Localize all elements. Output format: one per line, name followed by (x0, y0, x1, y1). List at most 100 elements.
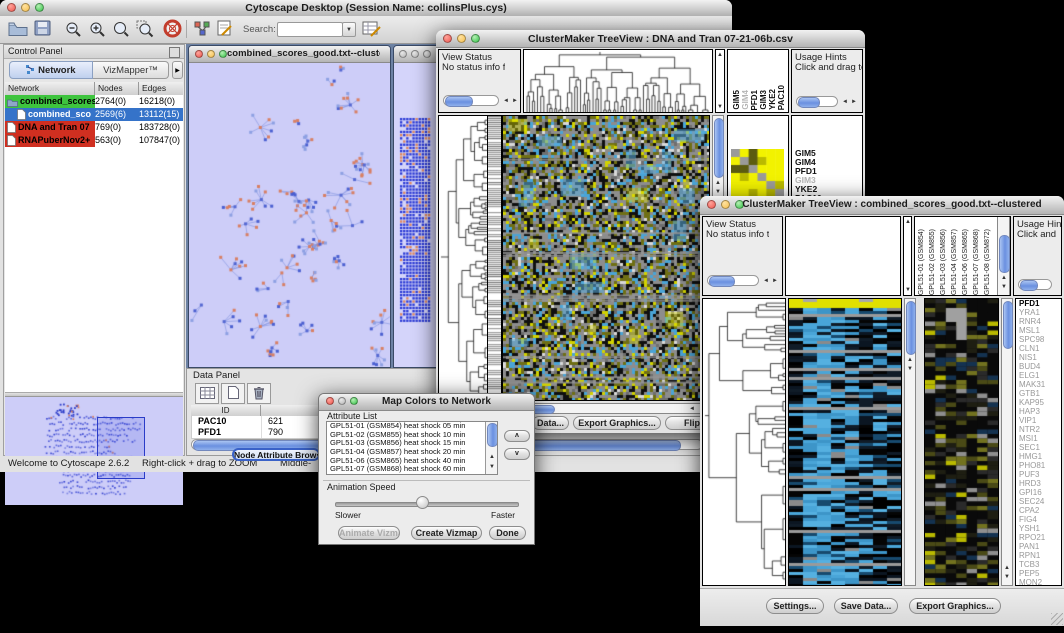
heatmap-column-label[interactable]: YKE2 (768, 89, 777, 110)
network-list-row[interactable]: DNA and Tran 07769(0)183728(0) (5, 121, 183, 134)
gene-label[interactable]: HRD3 (1016, 479, 1061, 488)
table-grid-icon[interactable] (195, 383, 219, 404)
minimize-icon[interactable] (207, 50, 215, 58)
tab-vizmapper[interactable]: VizMapper™ (93, 61, 169, 79)
minimize-icon[interactable] (457, 34, 466, 43)
gene-label[interactable]: PHO81 (1016, 461, 1061, 470)
scroll-up-icon[interactable]: ▲ (907, 357, 913, 363)
close-icon[interactable] (326, 397, 334, 405)
tv2-vscrollbar[interactable]: ▲ ▼ (904, 298, 916, 586)
resize-grip[interactable] (1051, 613, 1063, 625)
move-down-button[interactable]: v (504, 448, 530, 460)
minimize-icon[interactable] (21, 3, 30, 12)
gene-label[interactable]: ELG1 (1016, 371, 1061, 380)
tab-network[interactable]: Network (9, 61, 93, 79)
network-name[interactable]: combined_scores (5, 95, 95, 108)
tv2-scroll-strip[interactable]: ▲▼ (903, 216, 912, 296)
view-status-scrollbar[interactable] (707, 275, 759, 286)
tv2-genelist-scrollbar[interactable]: ▲ ▼ (1001, 298, 1013, 586)
zoom-fit-icon[interactable] (112, 20, 131, 43)
scroll-left-icon[interactable]: ◄ (842, 99, 848, 105)
network-name[interactable]: RNAPuberNov2+ (5, 134, 95, 147)
search-input[interactable] (277, 22, 343, 37)
minimize-icon[interactable] (411, 50, 419, 58)
gene-label[interactable]: HAP3 (1016, 407, 1061, 416)
close-icon[interactable] (195, 50, 203, 58)
scroll-right-icon[interactable]: ► (772, 278, 778, 284)
gene-label[interactable]: MSL1 (1016, 326, 1061, 335)
tv1-scroll-strip[interactable]: ▲▼ (715, 49, 725, 113)
heatmap-column-label[interactable]: GIM5 (732, 90, 741, 110)
close-icon[interactable] (7, 3, 16, 12)
network-settings-icon[interactable] (193, 20, 212, 43)
move-up-button[interactable]: ʌ (504, 430, 530, 442)
gene-label[interactable]: SPC98 (1016, 335, 1061, 344)
scroll-right-icon[interactable]: ► (851, 99, 857, 105)
heatmap-canvas[interactable] (503, 116, 709, 400)
usage-hints-scrollbar[interactable] (796, 96, 838, 107)
gene-label[interactable]: RPN1 (1016, 551, 1061, 560)
row-dendrogram-canvas[interactable] (703, 299, 785, 585)
heatmap-canvas[interactable] (789, 299, 901, 585)
attribute-list-scrollbar[interactable]: ▲ ▼ (485, 422, 497, 474)
scroll-down-icon[interactable]: ▼ (489, 464, 495, 470)
heatmap-column-label[interactable]: GPL51-06 (GSM865) (962, 229, 969, 295)
gene-label[interactable]: CPA2 (1016, 506, 1061, 515)
scroll-up-icon[interactable]: ▲ (1001, 275, 1007, 281)
heatmap-column-label[interactable]: GIM4 (741, 90, 750, 110)
tv2-top-dendrogram-panel[interactable] (785, 216, 901, 296)
gene-label[interactable]: YRA1 (1016, 308, 1061, 317)
float-panel-icon[interactable] (169, 47, 180, 58)
gene-label[interactable]: SEC1 (1016, 443, 1061, 452)
gene-label[interactable]: PEP5 (1016, 569, 1061, 578)
scroll-down-icon[interactable]: ▼ (907, 366, 913, 372)
gene-label[interactable]: MSI1 (1016, 434, 1061, 443)
gene-label[interactable]: GTB1 (1016, 389, 1061, 398)
close-icon[interactable] (707, 200, 716, 209)
slider-thumb[interactable] (416, 496, 429, 509)
network-overview-panel[interactable] (5, 397, 183, 505)
heatmap-column-label[interactable]: GPL51-08 (GSM872) (984, 229, 991, 295)
scroll-left-icon[interactable]: ◄ (503, 98, 509, 104)
scroll-down-icon[interactable]: ▼ (1001, 284, 1007, 290)
network-canvas[interactable] (189, 62, 390, 367)
heatmap-column-label[interactable]: PFD1 (750, 90, 759, 110)
treeview2-title-bar[interactable]: ClusterMaker TreeView : combined_scores_… (700, 196, 1064, 215)
minimize-icon[interactable] (338, 397, 346, 405)
attribute-listbox[interactable]: GPL51-01 (GSM854) heat shock 05 minGPL51… (326, 421, 498, 475)
gene-label[interactable]: GPI16 (1016, 488, 1061, 497)
done-button[interactable]: Done (489, 526, 526, 540)
network-canvas-2[interactable] (399, 116, 433, 326)
scroll-up-icon[interactable]: ▲ (715, 180, 721, 186)
settings-button[interactable]: Settings... (766, 598, 824, 614)
attribute-list-item[interactable]: GPL51-07 (GSM868) heat shock 60 min (327, 465, 485, 474)
save-data-button[interactable]: Data... (532, 416, 569, 430)
view-status-scrollbar[interactable] (443, 95, 499, 106)
heatmap-column-label[interactable]: GPL51-04 (GSM857) (951, 229, 958, 295)
heatmap-column-label[interactable]: GIM3 (759, 90, 768, 110)
row-dendrogram-canvas[interactable] (439, 116, 487, 400)
col-edges[interactable]: Edges (139, 82, 183, 95)
search-dropdown-button[interactable]: ▼ (342, 22, 356, 37)
heatmap-column-label[interactable]: GPL51-01 (GSM854) (918, 229, 925, 295)
network-list-row[interactable]: RNAPuberNov2+563(0)107847(0) (5, 134, 183, 147)
row-strip-canvas[interactable] (488, 116, 502, 400)
zoom-in-icon[interactable] (88, 20, 107, 43)
close-icon[interactable] (443, 34, 452, 43)
gene-label[interactable]: MAK31 (1016, 380, 1061, 389)
main-title-bar[interactable]: Cytoscape Desktop (Session Name: collins… (0, 0, 732, 17)
heatmap-column-label[interactable]: PAC10 (777, 85, 786, 110)
create-vizmap-button[interactable]: Create Vizmap (411, 526, 482, 540)
zoom-out-icon[interactable] (64, 20, 83, 43)
scroll-down-icon[interactable]: ▼ (715, 189, 721, 195)
zoom-selected-icon[interactable] (136, 20, 155, 43)
gene-label[interactable]: MON2 (1016, 578, 1061, 586)
node-attribute-browser-tab[interactable]: Node Attribute Brows (232, 448, 320, 461)
gene-label[interactable]: PAN1 (1016, 542, 1061, 551)
col-network[interactable]: Network (5, 82, 95, 95)
open-folder-icon[interactable] (8, 20, 28, 42)
col-nodes[interactable]: Nodes (95, 82, 139, 95)
zoom-window-icon[interactable] (423, 50, 431, 58)
gene-label[interactable]: KAP95 (1016, 398, 1061, 407)
gene-label[interactable]: YSH1 (1016, 524, 1061, 533)
